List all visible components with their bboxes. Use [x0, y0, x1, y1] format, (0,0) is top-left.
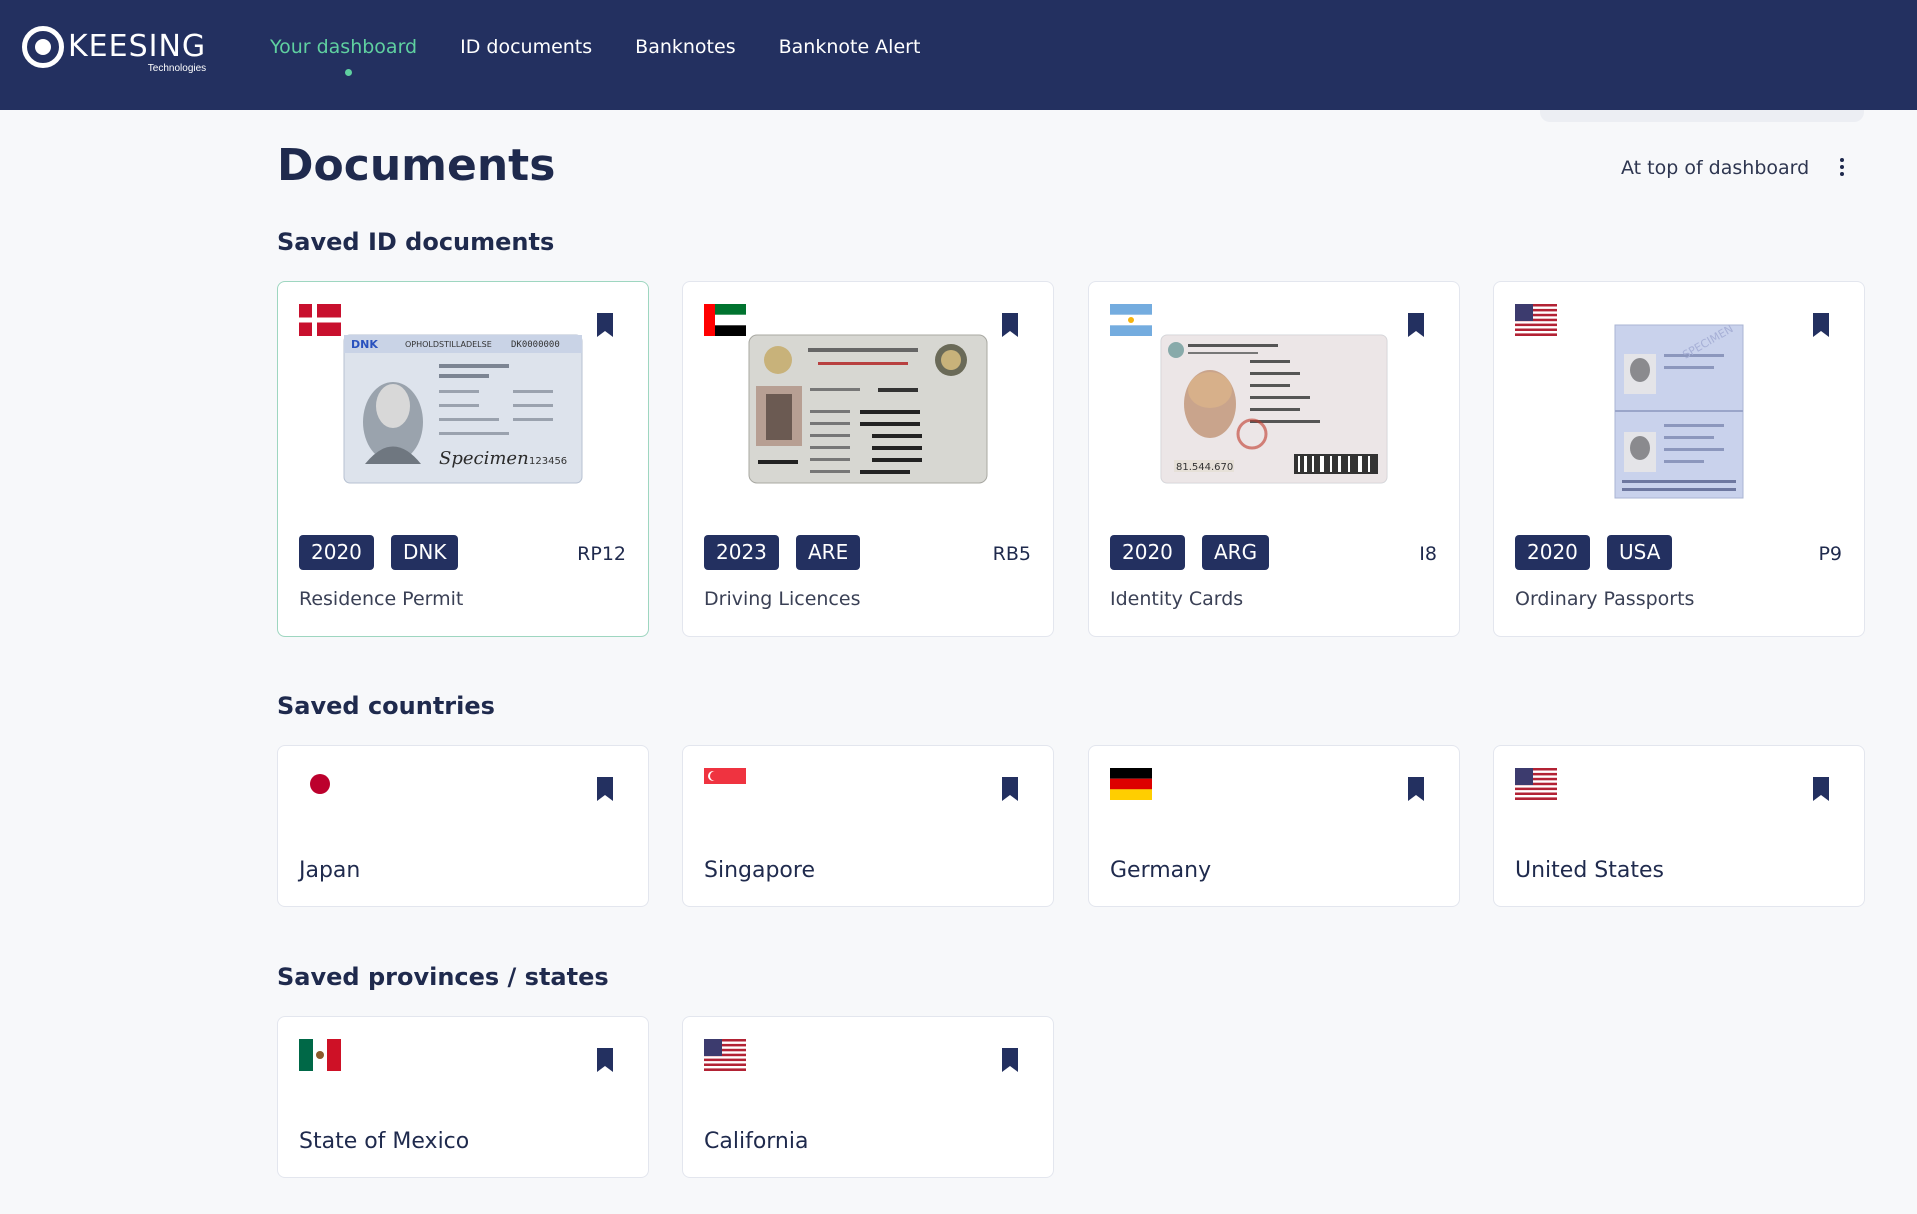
svg-text:DNK: DNK: [351, 338, 378, 351]
document-code: I8: [1419, 543, 1437, 565]
dashboard-position-label: At top of dashboard: [1621, 157, 1810, 179]
document-type: Ordinary Passports: [1515, 588, 1695, 610]
country-name: Singapore: [704, 858, 815, 883]
bookmark-icon[interactable]: [1812, 776, 1830, 802]
country-code-badge: ARE: [796, 535, 861, 570]
saved-document-card[interactable]: SPECIMEN 2020 USA P9 Ordinary Passports: [1493, 281, 1865, 637]
document-specimen-image: DNK OPHOLDSTILLADELSE DK0000000 Specimen…: [343, 334, 583, 484]
germany-flag-icon: [1110, 768, 1152, 800]
country-code-badge: ARG: [1202, 535, 1270, 570]
country-name: United States: [1515, 858, 1664, 883]
bookmark-icon[interactable]: [1407, 776, 1425, 802]
bookmark-icon[interactable]: [596, 1047, 614, 1073]
bookmark-icon[interactable]: [1407, 312, 1425, 338]
bookmark-icon[interactable]: [1001, 1047, 1019, 1073]
singapore-flag-icon: [704, 768, 746, 800]
usa-flag-icon: [1515, 304, 1557, 336]
document-type: Residence Permit: [299, 588, 464, 610]
logo-text: KEESING Technologies: [68, 29, 207, 75]
document-type: Identity Cards: [1110, 588, 1244, 610]
logo-mark-icon: [22, 26, 64, 68]
section-title-saved-provinces: Saved provinces / states: [277, 963, 609, 991]
section-title-saved-documents: Saved ID documents: [277, 228, 555, 256]
argentina-flag-icon: [1110, 304, 1152, 336]
bookmark-icon[interactable]: [1812, 312, 1830, 338]
document-code: RP12: [577, 543, 626, 565]
logo-subtitle: Technologies: [147, 63, 207, 74]
province-name: State of Mexico: [299, 1129, 470, 1154]
saved-country-card[interactable]: United States: [1493, 745, 1865, 907]
saved-province-card[interactable]: State of Mexico: [277, 1016, 649, 1178]
year-badge: 2023: [704, 535, 779, 570]
saved-document-card[interactable]: 2023 ARE RB5 Driving Licences: [682, 281, 1054, 637]
svg-text:81.544.670: 81.544.670: [1176, 462, 1233, 473]
bookmark-icon[interactable]: [596, 312, 614, 338]
country-code-badge: DNK: [391, 535, 459, 570]
nav-banknote-alert[interactable]: Banknote Alert: [779, 36, 921, 58]
nav-banknotes[interactable]: Banknotes: [635, 36, 735, 58]
year-badge: 2020: [299, 535, 374, 570]
document-code: RB5: [992, 543, 1031, 565]
year-badge: 2020: [1515, 535, 1590, 570]
saved-document-card[interactable]: 81.544.670 2020 ARG I8 Identity Cards: [1088, 281, 1460, 637]
saved-province-card[interactable]: California: [682, 1016, 1054, 1178]
japan-flag-icon: [299, 768, 341, 800]
nav-your-dashboard[interactable]: Your dashboard: [270, 36, 417, 58]
document-specimen-image: [748, 334, 988, 484]
usa-flag-icon: [704, 1039, 746, 1071]
svg-text:DK0000000: DK0000000: [511, 340, 560, 350]
country-code-badge: USA: [1607, 535, 1673, 570]
province-name: California: [704, 1129, 809, 1154]
saved-country-card[interactable]: Germany: [1088, 745, 1460, 907]
country-name: Germany: [1110, 858, 1212, 883]
year-badge: 2020: [1110, 535, 1185, 570]
top-navigation-bar: KEESING Technologies Your dashboard ID d…: [0, 0, 1917, 110]
bookmark-icon[interactable]: [1001, 776, 1019, 802]
nav-id-documents[interactable]: ID documents: [460, 36, 592, 58]
usa-flag-icon: [1515, 768, 1557, 800]
main-nav: Your dashboard ID documents Banknotes Ba…: [270, 36, 963, 58]
document-type: Driving Licences: [704, 588, 861, 610]
mexico-flag-icon: [299, 1039, 341, 1071]
bookmark-icon[interactable]: [596, 776, 614, 802]
svg-text:Specimen: Specimen: [439, 448, 529, 469]
page-title: Documents: [277, 140, 556, 191]
denmark-flag-icon: [299, 304, 341, 336]
document-specimen-image: 81.544.670: [1160, 334, 1388, 484]
section-title-saved-countries: Saved countries: [277, 692, 495, 720]
document-code: P9: [1818, 543, 1842, 565]
document-specimen-image: SPECIMEN: [1614, 324, 1744, 499]
country-name: Japan: [299, 858, 361, 883]
svg-text:123456: 123456: [529, 456, 567, 467]
saved-document-card[interactable]: DNK OPHOLDSTILLADELSE DK0000000 Specimen…: [277, 281, 649, 637]
hidden-panel-edge: [1540, 110, 1864, 122]
saved-country-card[interactable]: Japan: [277, 745, 649, 907]
saved-country-card[interactable]: Singapore: [682, 745, 1054, 907]
keesing-logo[interactable]: KEESING Technologies: [22, 24, 207, 75]
uae-flag-icon: [704, 304, 746, 336]
active-nav-indicator: [345, 69, 352, 76]
svg-text:OPHOLDSTILLADELSE: OPHOLDSTILLADELSE: [405, 340, 492, 349]
logo-word: KEESING: [68, 29, 207, 64]
bookmark-icon[interactable]: [1001, 312, 1019, 338]
kebab-menu-icon[interactable]: [1832, 156, 1852, 180]
